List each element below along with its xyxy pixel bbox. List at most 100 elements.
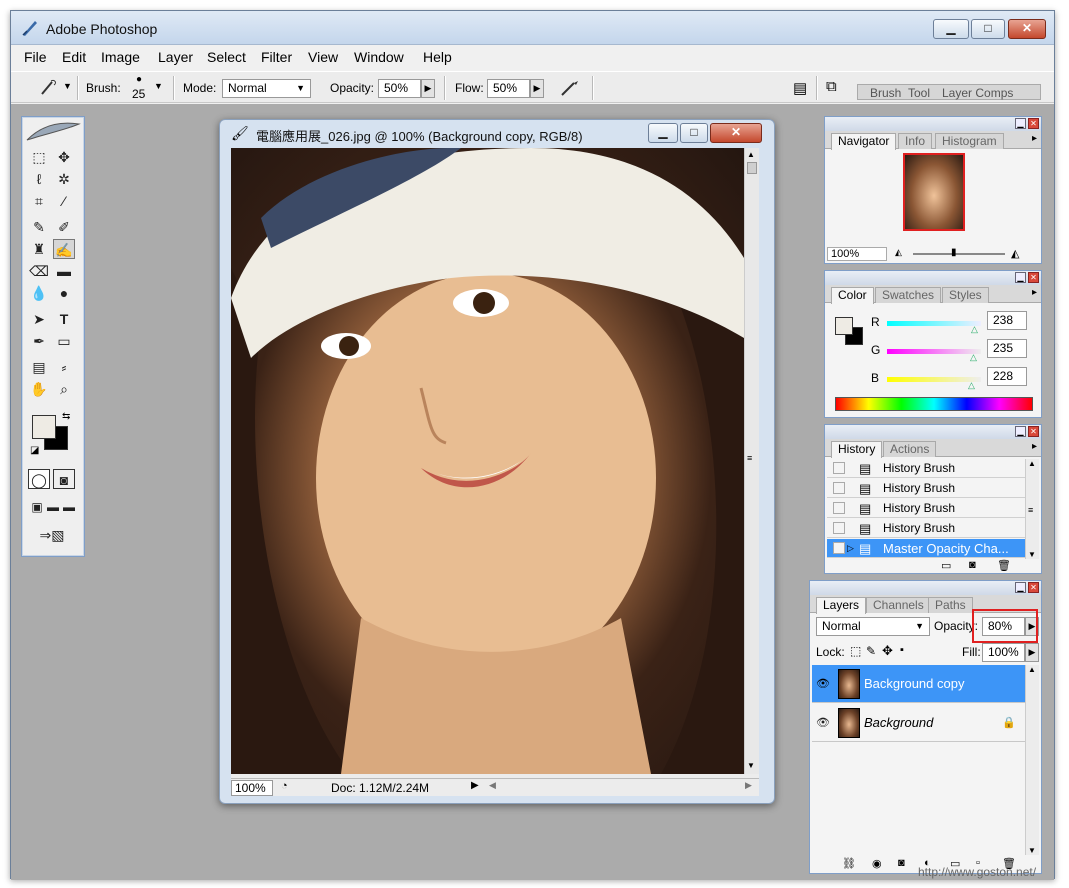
- tab-navigator[interactable]: Navigator: [831, 133, 897, 150]
- history-item[interactable]: ▤ History Brush: [827, 519, 1027, 538]
- navigator-slider-thumb[interactable]: ▮: [951, 247, 957, 258]
- lock-image-icon[interactable]: ✎: [866, 644, 876, 658]
- panel-menu-icon[interactable]: ▸: [1032, 133, 1037, 144]
- standard-mode-icon[interactable]: ◯: [28, 469, 50, 489]
- tab-histogram[interactable]: Histogram: [935, 133, 1004, 149]
- foreground-color-swatch[interactable]: [32, 415, 56, 439]
- swap-colors-icon[interactable]: ⇆: [62, 411, 70, 422]
- history-scrollbar[interactable]: ▲ ≡ ▼: [1025, 459, 1039, 559]
- history-source-checkbox[interactable]: [833, 522, 845, 534]
- panel-close-icon[interactable]: ✕: [1028, 426, 1039, 437]
- portrait-photo[interactable]: [231, 148, 744, 774]
- history-source-checkbox[interactable]: [833, 482, 845, 494]
- layer-name[interactable]: Background copy: [864, 665, 964, 703]
- lasso-tool-icon[interactable]: ℓ: [28, 169, 50, 189]
- history-source-checkbox[interactable]: [833, 462, 845, 474]
- layer-row-selected[interactable]: 👁 Background copy: [812, 665, 1028, 703]
- eye-icon[interactable]: 👁: [816, 704, 830, 742]
- zoom-info-icon[interactable]: ◔: [281, 780, 288, 792]
- brush-picker-arrow-icon[interactable]: ▼: [154, 81, 163, 91]
- slice-tool-icon[interactable]: ⁄: [53, 191, 75, 211]
- red-value-input[interactable]: 238: [987, 311, 1027, 330]
- history-source-checkbox[interactable]: [833, 542, 845, 554]
- layer-style-icon[interactable]: ◉: [872, 857, 882, 870]
- blend-mode-select[interactable]: Normal ▼: [816, 617, 930, 636]
- lock-position-icon[interactable]: ✥: [882, 643, 893, 659]
- history-item[interactable]: ▤ History Brush: [827, 479, 1027, 498]
- tab-color[interactable]: Color: [831, 287, 874, 304]
- panel-close-icon[interactable]: ✕: [1028, 582, 1039, 593]
- red-slider[interactable]: [887, 321, 981, 326]
- panel-minimize-icon[interactable]: ▁: [1015, 582, 1026, 593]
- panel-close-icon[interactable]: ✕: [1028, 118, 1039, 129]
- foreground-color-swatch[interactable]: [835, 317, 853, 335]
- eyedropper-tool-icon[interactable]: ⸗: [53, 357, 75, 377]
- green-slider[interactable]: [887, 349, 981, 354]
- canvas-area[interactable]: ▲ ≡ ▼: [231, 148, 759, 778]
- history-brush-tool-icon[interactable]: [39, 79, 59, 97]
- menu-window[interactable]: Window: [354, 49, 404, 65]
- zoom-field[interactable]: 100%: [231, 780, 273, 796]
- maximize-button[interactable]: □: [971, 19, 1005, 39]
- panel-close-icon[interactable]: ✕: [1028, 272, 1039, 283]
- history-source-checkbox[interactable]: [833, 502, 845, 514]
- menu-image[interactable]: Image: [101, 49, 140, 65]
- default-colors-icon[interactable]: ◪: [30, 445, 39, 456]
- tab-swatches[interactable]: Swatches: [875, 287, 942, 303]
- scroll-up-icon[interactable]: ▲: [1028, 665, 1036, 674]
- clone-stamp-tool-icon[interactable]: ♜: [28, 239, 50, 259]
- scroll-down-icon[interactable]: ▼: [1028, 846, 1036, 855]
- blue-slider-thumb[interactable]: △: [968, 380, 975, 391]
- zoom-in-icon[interactable]: ◭: [1011, 247, 1019, 260]
- blue-value-input[interactable]: 228: [987, 367, 1027, 386]
- full-screen-mode-icon[interactable]: ▬: [58, 497, 80, 517]
- panel-minimize-icon[interactable]: ▁: [1015, 272, 1026, 283]
- history-item[interactable]: ▤ History Brush: [827, 499, 1027, 518]
- history-brush-tool-icon[interactable]: ✍: [53, 239, 75, 259]
- healing-brush-tool-icon[interactable]: ✎: [28, 217, 50, 237]
- gradient-tool-icon[interactable]: ▬: [53, 261, 75, 281]
- new-document-from-state-icon[interactable]: ▭: [941, 559, 951, 572]
- panel-menu-icon[interactable]: ▸: [1032, 441, 1037, 452]
- lock-all-icon[interactable]: ▪: [900, 644, 904, 656]
- well-tab-brush[interactable]: Brush: [870, 86, 901, 100]
- layer-row[interactable]: 👁 Background 🔒: [812, 704, 1028, 742]
- menu-filter[interactable]: Filter: [261, 49, 292, 65]
- link-layers-icon[interactable]: ⛓: [842, 857, 856, 870]
- scroll-up-icon[interactable]: ▲: [1028, 459, 1036, 468]
- tab-paths[interactable]: Paths: [928, 597, 973, 613]
- zoom-tool-icon[interactable]: ⌕: [53, 379, 75, 399]
- status-menu-arrow-icon[interactable]: ▶: [471, 780, 479, 791]
- minimize-button[interactable]: ▁: [933, 19, 969, 39]
- brush-tool-icon[interactable]: ✐: [53, 217, 75, 237]
- brush-size[interactable]: 25: [132, 87, 145, 101]
- fill-input[interactable]: 100%: [982, 643, 1025, 662]
- navigator-zoom-slider[interactable]: [913, 253, 1005, 255]
- well-tab-tool[interactable]: Tool: [908, 86, 930, 100]
- green-slider-thumb[interactable]: △: [970, 352, 977, 363]
- tab-styles[interactable]: Styles: [942, 287, 989, 303]
- red-slider-thumb[interactable]: △: [971, 324, 978, 335]
- doc-minimize-button[interactable]: ▁: [648, 123, 678, 143]
- trash-icon[interactable]: 🗑: [997, 559, 1011, 572]
- vertical-scrollbar[interactable]: ▲ ≡ ▼: [744, 148, 759, 774]
- scroll-left-icon[interactable]: ◀: [489, 780, 496, 791]
- scroll-thumb[interactable]: [747, 162, 757, 174]
- eye-icon[interactable]: 👁: [816, 665, 830, 703]
- flow-input[interactable]: 50%: [487, 79, 530, 98]
- menu-select[interactable]: Select: [207, 49, 246, 65]
- menu-layer[interactable]: Layer: [158, 49, 193, 65]
- close-button[interactable]: ✕: [1008, 19, 1046, 39]
- scroll-up-icon[interactable]: ▲: [747, 150, 755, 159]
- layer-name[interactable]: Background: [864, 704, 933, 742]
- panel-minimize-icon[interactable]: ▁: [1015, 118, 1026, 129]
- history-item-selected[interactable]: ▷ ▤ Master Opacity Cha...: [827, 539, 1027, 558]
- navigator-zoom-field[interactable]: 100%: [827, 247, 887, 261]
- history-item[interactable]: ▤ History Brush: [827, 459, 1027, 478]
- tab-actions[interactable]: Actions: [883, 441, 937, 457]
- tab-channels[interactable]: Channels: [866, 597, 931, 613]
- mode-select[interactable]: Normal ▼: [222, 79, 311, 98]
- scroll-down-icon[interactable]: ▼: [1028, 550, 1036, 559]
- navigator-thumbnail[interactable]: [903, 153, 965, 231]
- hand-tool-icon[interactable]: ✋: [28, 379, 50, 399]
